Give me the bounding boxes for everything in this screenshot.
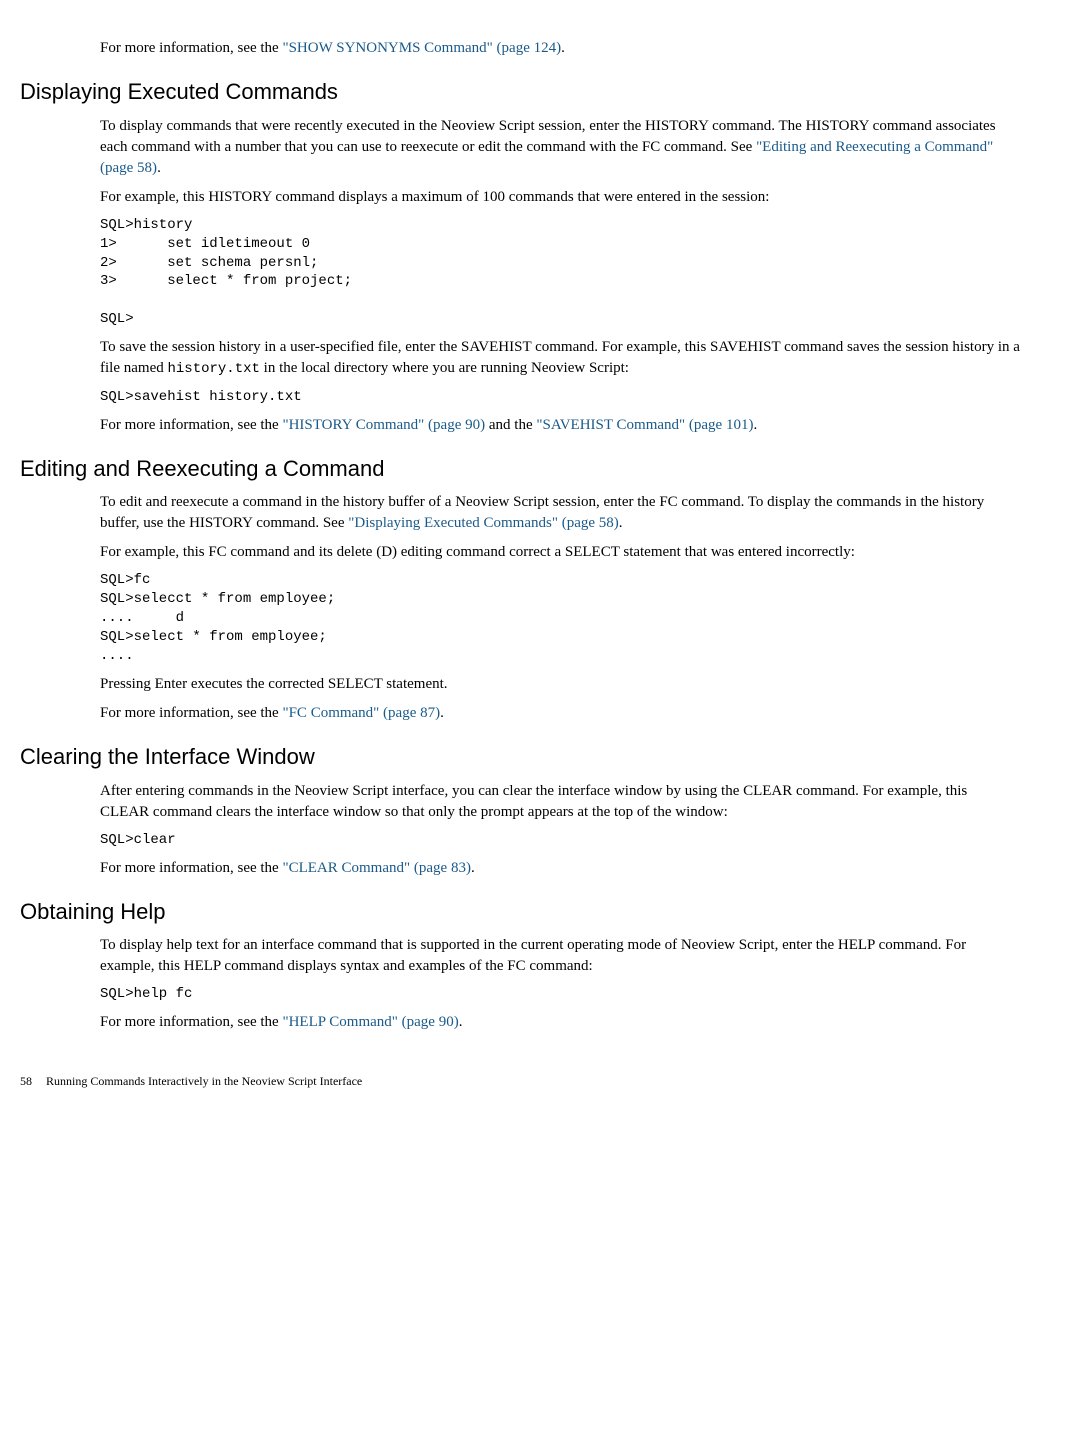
sec3-p2-pre: For more information, see the	[100, 860, 282, 876]
heading-displaying-executed-commands: Displaying Executed Commands	[20, 77, 1020, 108]
heading-obtaining-help: Obtaining Help	[20, 897, 1020, 928]
sec4-code1: SQL>help fc	[100, 985, 1020, 1004]
sec3-p2-post: .	[471, 860, 475, 876]
sec2-p2: For example, this FC command and its del…	[100, 542, 1020, 563]
displaying-executed-link[interactable]: "Displaying Executed Commands" (page 58)	[348, 515, 619, 531]
intro-post: .	[561, 40, 565, 56]
sec1-p1: To display commands that were recently e…	[100, 116, 1020, 179]
intro-pre: For more information, see the	[100, 40, 282, 56]
sec3-p2: For more information, see the "CLEAR Com…	[100, 858, 1020, 879]
heading-clearing-interface: Clearing the Interface Window	[20, 742, 1020, 773]
sec1-p2: For example, this HISTORY command displa…	[100, 187, 1020, 208]
sec4-p2-post: .	[459, 1014, 463, 1030]
sec4-p2: For more information, see the "HELP Comm…	[100, 1012, 1020, 1033]
sec2-code1: SQL>fc SQL>selecct * from employee; ....…	[100, 571, 1020, 665]
help-command-link[interactable]: "HELP Command" (page 90)	[282, 1014, 458, 1030]
page-number: 58	[20, 1073, 32, 1090]
history-command-link[interactable]: "HISTORY Command" (page 90)	[282, 417, 485, 433]
sec3-code1: SQL>clear	[100, 831, 1020, 850]
sec1-p3-code: history.txt	[167, 361, 259, 377]
sec1-code1: SQL>history 1> set idletimeout 0 2> set …	[100, 216, 1020, 329]
sec2-p4: For more information, see the "FC Comman…	[100, 703, 1020, 724]
sec1-p4-post: .	[753, 417, 757, 433]
heading-editing-reexecuting: Editing and Reexecuting a Command	[20, 454, 1020, 485]
sec4-p2-pre: For more information, see the	[100, 1014, 282, 1030]
sec2-p4-pre: For more information, see the	[100, 705, 282, 721]
show-synonyms-link[interactable]: "SHOW SYNONYMS Command" (page 124)	[282, 40, 561, 56]
sec2-p1: To edit and reexecute a command in the h…	[100, 492, 1020, 534]
footer-title: Running Commands Interactively in the Ne…	[46, 1074, 362, 1088]
sec1-code2: SQL>savehist history.txt	[100, 388, 1020, 407]
sec2-p4-post: .	[440, 705, 444, 721]
sec2-p3: Pressing Enter executes the corrected SE…	[100, 674, 1020, 695]
sec3-p1: After entering commands in the Neoview S…	[100, 781, 1020, 823]
sec2-p1-post: .	[619, 515, 623, 531]
sec1-p4-pre: For more information, see the	[100, 417, 282, 433]
sec1-p4: For more information, see the "HISTORY C…	[100, 415, 1020, 436]
sec1-p1-post: .	[157, 160, 161, 176]
sec1-p3: To save the session history in a user-sp…	[100, 337, 1020, 380]
sec1-p4-mid: and the	[485, 417, 536, 433]
sec4-p1: To display help text for an interface co…	[100, 935, 1020, 977]
savehist-command-link[interactable]: "SAVEHIST Command" (page 101)	[536, 417, 753, 433]
clear-command-link[interactable]: "CLEAR Command" (page 83)	[282, 860, 470, 876]
fc-command-link[interactable]: "FC Command" (page 87)	[282, 705, 440, 721]
intro-paragraph: For more information, see the "SHOW SYNO…	[100, 38, 1020, 59]
sec1-p3-post: in the local directory where you are run…	[260, 360, 629, 376]
